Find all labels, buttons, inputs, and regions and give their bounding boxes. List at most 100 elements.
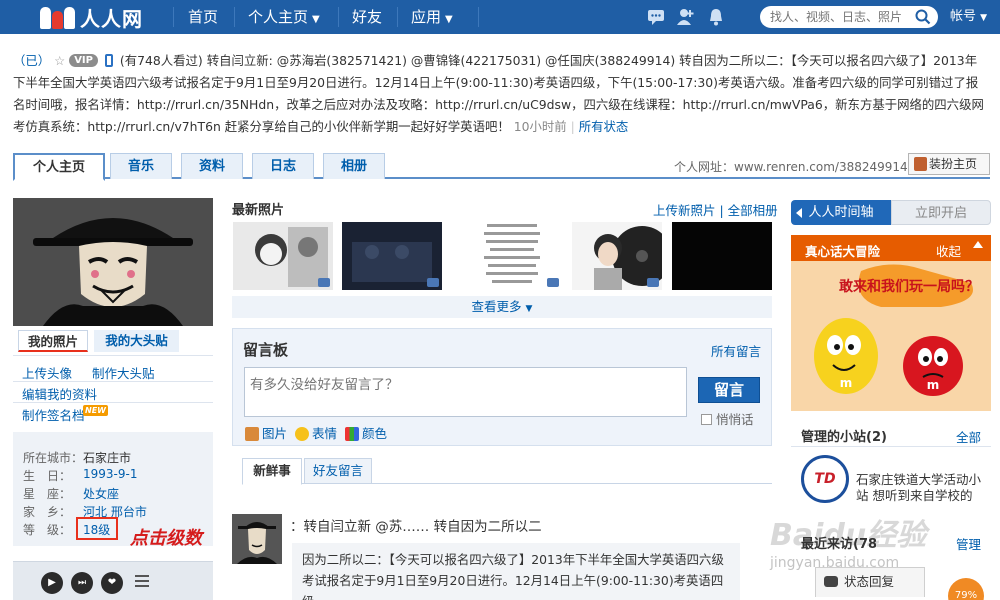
profile-value-birthday[interactable]: 1993-9-1: [83, 467, 137, 481]
upload-avatar-link[interactable]: 上传头像: [22, 363, 72, 382]
star-icon[interactable]: ☆: [54, 53, 65, 68]
ad-collapse-link[interactable]: 收起: [936, 241, 961, 260]
tab-album[interactable]: 相册: [323, 153, 385, 179]
search-icon[interactable]: [914, 8, 932, 26]
personal-url: 个人网址：www.renren.com/388249914: [674, 160, 908, 174]
feed-body-text: 因为二所以二：【今天可以报名四六级了】2013年下半年全国大学英语四六级考试报名…: [302, 552, 724, 600]
tab-music[interactable]: 音乐: [110, 153, 172, 179]
message-board: 留言板 所有留言 留言 悄悄话 图片 表情 颜色: [232, 328, 772, 446]
status-time: 10小时前: [513, 119, 567, 134]
chevron-down-icon: ▼: [445, 14, 453, 25]
vip-badge[interactable]: VIP: [69, 54, 98, 67]
latest-photos-title: 最新照片: [232, 203, 285, 218]
whisper-label: 悄悄话: [716, 412, 754, 427]
tool-label: 表情: [312, 426, 338, 441]
insert-image-tool[interactable]: 图片: [245, 423, 287, 442]
chevron-down-icon: ▼: [980, 13, 988, 23]
profile-value-zodiac[interactable]: 处女座: [83, 485, 119, 502]
enable-timeline-button[interactable]: 立即开启: [891, 200, 991, 225]
profile-label-birthday: 生 日：: [23, 469, 72, 483]
ad-slogan: 敢来和我们玩一局吗？: [839, 278, 979, 295]
post-message-button[interactable]: 留言: [698, 377, 760, 403]
add-friend-icon[interactable]: [675, 7, 695, 27]
tab-my-photos[interactable]: 我的照片: [18, 330, 88, 352]
profile-label-level: 等 级：: [23, 523, 72, 537]
view-more-label: 查看更多: [471, 299, 522, 314]
tab-info[interactable]: 资料: [181, 153, 243, 179]
nav-item-friends[interactable]: 好友: [338, 0, 396, 34]
all-status-link[interactable]: 所有状态: [579, 119, 629, 134]
feed-headline-text: ：转自闫立新 @苏…… 转自因为二所以二: [290, 519, 542, 535]
nav-item-apps[interactable]: 应用 ▼: [397, 0, 467, 34]
view-more-button[interactable]: 查看更多 ▼: [232, 296, 772, 318]
bell-icon[interactable]: [706, 7, 726, 27]
heart-icon[interactable]: ❤: [101, 572, 123, 594]
logo-text: 人人网: [80, 6, 143, 31]
tab-news-feed[interactable]: 新鲜事: [242, 458, 302, 485]
profile-label-zodiac: 星 座：: [23, 487, 72, 501]
account-label: 帐号: [950, 9, 977, 24]
status-reply-bar[interactable]: 状态回复: [815, 567, 925, 597]
photo-thumbnail[interactable]: [672, 222, 772, 290]
avatar[interactable]: [13, 198, 213, 326]
feed-body: 因为二所以二：【今天可以报名四六级了】2013年下半年全国大学英语四六级考试报名…: [292, 543, 740, 600]
manage-visitors-link[interactable]: 管理: [956, 534, 981, 553]
status-user-name[interactable]: （已）: [13, 53, 50, 68]
photo-thumbnail[interactable]: [462, 222, 562, 290]
nav-item-home[interactable]: 首页: [174, 0, 232, 34]
chat-icon: [824, 576, 838, 587]
chevron-down-icon: ▼: [525, 304, 533, 314]
chat-bubble-icon[interactable]: [646, 7, 666, 27]
timeline-button[interactable]: 人人时间轴: [791, 200, 891, 225]
progress-badge[interactable]: 79%: [948, 578, 984, 600]
text-color-tool[interactable]: 颜色: [345, 423, 387, 442]
all-messages-link[interactable]: 所有留言: [711, 341, 761, 360]
edit-profile-link[interactable]: 编辑我的资料: [22, 384, 97, 403]
arrow-left-icon: [796, 208, 802, 218]
dressup-button[interactable]: 装扮主页: [908, 153, 990, 175]
checkbox-icon: [701, 414, 712, 425]
tab-friend-messages[interactable]: 好友留言: [304, 458, 372, 484]
svg-text:m: m: [840, 376, 853, 390]
search-input[interactable]: [760, 6, 938, 28]
site-logo[interactable]: TD: [801, 455, 849, 503]
tool-label: 颜色: [362, 426, 388, 441]
chevron-up-icon[interactable]: [973, 241, 983, 248]
account-menu[interactable]: 帐号 ▼: [950, 0, 987, 34]
tool-label: 图片: [262, 426, 288, 441]
list-icon[interactable]: [135, 575, 149, 587]
play-icon[interactable]: ▶: [41, 572, 63, 594]
tab-my-stickers[interactable]: 我的大头贴: [94, 330, 179, 352]
divider: [13, 381, 213, 382]
profile-label-city: 所在城市：: [23, 451, 84, 465]
whisper-checkbox[interactable]: 悄悄话: [701, 409, 754, 428]
nav-item-profile[interactable]: 个人主页 ▼: [234, 0, 334, 34]
make-sticker-link[interactable]: 制作大头贴: [92, 363, 155, 382]
logo[interactable]: 人人网: [40, 4, 143, 31]
make-signature-link[interactable]: 制作签名档: [22, 405, 85, 424]
dressup-label: 装扮主页: [929, 157, 978, 171]
music-player: ▶ ⏭ ❤: [13, 561, 213, 600]
new-badge: NEW: [83, 405, 108, 416]
photo-thumbnail[interactable]: [342, 222, 442, 290]
color-icon: [345, 427, 359, 441]
feed-avatar[interactable]: [232, 514, 282, 564]
all-sites-link[interactable]: 全部: [956, 427, 981, 446]
status-line: （已） ☆ VIP (有748人看过) 转自闫立新: @苏海岩(38257142…: [13, 53, 984, 134]
divider: [13, 355, 213, 356]
next-icon[interactable]: ⏭: [71, 572, 93, 594]
photo-thumbnail[interactable]: [233, 222, 333, 290]
tab-home[interactable]: 个人主页: [13, 153, 105, 181]
chevron-down-icon: ▼: [312, 14, 320, 25]
insert-emoji-tool[interactable]: 表情: [295, 423, 337, 442]
nav-item-label: 应用: [411, 8, 442, 26]
message-input[interactable]: [244, 367, 687, 417]
photo-links[interactable]: 上传新照片 | 全部相册: [653, 200, 778, 219]
ad-banner[interactable]: 真心话大冒险 收起 敢来和我们玩一局吗？ m m: [791, 235, 991, 411]
site-name[interactable]: 石家庄铁道大学活动小站 想听到来自学校的: [856, 472, 981, 504]
tab-blog[interactable]: 日志: [252, 153, 314, 179]
photo-thumbnail[interactable]: [572, 222, 662, 290]
status-reply-label: 状态回复: [844, 574, 895, 589]
level-highlight-box: [76, 517, 118, 540]
nav-divider: [478, 7, 479, 27]
